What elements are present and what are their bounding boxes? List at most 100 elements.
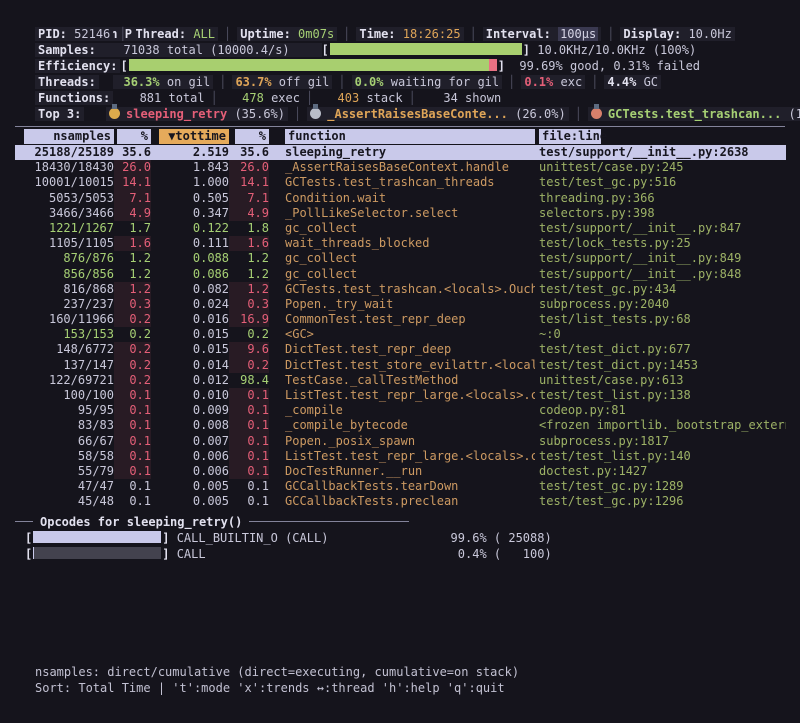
- function-name-cell: GCCallbackTests.preclean: [269, 494, 535, 509]
- direct-pct-cell: 0.2: [114, 358, 151, 373]
- column-header-tottime-sorted[interactable]: ▼tottime: [159, 129, 229, 144]
- waiting-gil-pct: 0.0%: [355, 75, 384, 89]
- bar-close-bracket: ]: [162, 531, 169, 545]
- table-row[interactable]: 856/856 1.2 0.086 1.2 gc_collect test/su…: [15, 267, 786, 282]
- off-gil-label: off gil: [279, 75, 330, 89]
- on-gil-pct: 36.3%: [116, 75, 159, 89]
- on-gil-label: on gil: [167, 75, 210, 89]
- function-table: nsamples % ▼tottime % function file:line…: [15, 129, 786, 510]
- table-row[interactable]: 10001/10015 14.1 1.000 14.1 GCTests.test…: [15, 175, 786, 190]
- divider: │: [113, 27, 132, 41]
- samples-value: 71038 total (10000.4/s): [99, 43, 322, 57]
- table-row[interactable]: 876/876 1.2 0.088 1.2 gc_collect test/su…: [15, 251, 786, 266]
- tottime-cell: 1.843: [151, 160, 229, 175]
- table-row[interactable]: 47/47 0.1 0.005 0.1 GCCallbackTests.tear…: [15, 479, 786, 494]
- table-row[interactable]: 18430/18430 26.0 1.843 26.0 _AssertRaise…: [15, 160, 786, 175]
- table-row[interactable]: 66/67 0.1 0.007 0.1 Popen._posix_spawn s…: [15, 434, 786, 449]
- functions-shown-label: shown: [465, 91, 501, 105]
- cumulative-pct-cell: 26.0: [229, 160, 269, 175]
- footer-legend: nsamples: direct/cumulative (direct=exec…: [35, 664, 519, 680]
- file-line-cell: doctest.py:1427: [535, 464, 786, 479]
- table-row[interactable]: 45/48 0.1 0.005 0.1 GCCallbackTests.prec…: [15, 494, 786, 509]
- function-name-cell: GCTests.test_trashcan_threads: [269, 175, 535, 190]
- functions-stack: 403: [319, 90, 359, 106]
- gc-pct: 4.4%: [607, 75, 636, 89]
- file-line-cell: test/test_list.py:138: [535, 388, 786, 403]
- function-name-cell: sleeping_retry: [269, 145, 535, 160]
- function-name-cell: gc_collect: [269, 221, 535, 236]
- nsamples-cell: 95/95: [15, 403, 114, 418]
- table-row[interactable]: 95/95 0.1 0.009 0.1 _compile codeop.py:8…: [15, 403, 786, 418]
- tottime-cell: 0.012: [151, 373, 229, 388]
- function-name-cell: ListTest.test_repr_large.<locals>.c...: [269, 449, 535, 464]
- interval-value: 100µs: [558, 27, 598, 41]
- silver-medal-icon: [310, 108, 321, 119]
- nsamples-cell: 18430/18430: [15, 160, 114, 175]
- thread-group[interactable]: Thread: ALL: [133, 27, 219, 41]
- file-line-cell: selectors.py:398: [535, 206, 786, 221]
- table-row[interactable]: 5053/5053 7.1 0.505 7.1 Condition.wait t…: [15, 191, 786, 206]
- table-row[interactable]: 237/237 0.3 0.024 0.3 Popen._try_wait su…: [15, 297, 786, 312]
- function-name-cell: GCTests.test_trashcan.<locals>.Ouch...: [269, 282, 535, 297]
- direct-pct-cell: 0.1: [114, 494, 151, 509]
- footer-keybindings: Sort: Total Time | 't':mode 'x':trends ↔…: [35, 680, 519, 696]
- nsamples-cell: 66/67: [15, 434, 114, 449]
- efficiency-bar-good-fill: [129, 59, 490, 71]
- column-header-nsamples[interactable]: nsamples: [24, 129, 114, 144]
- divider: │: [403, 91, 422, 105]
- opcode-pct: 0.4% ( 100): [432, 546, 552, 562]
- top2-pct: (26.0%): [515, 107, 566, 121]
- table-row[interactable]: 3466/3466 4.9 0.347 4.9 _PollLikeSelecto…: [15, 206, 786, 221]
- function-name-cell: Popen._try_wait: [269, 297, 535, 312]
- cumulative-pct-cell: 0.1: [229, 434, 269, 449]
- gc-label: GC: [644, 75, 658, 89]
- nsamples-cell: 237/237: [15, 297, 114, 312]
- column-header-cumulative-pct[interactable]: %: [235, 129, 269, 144]
- table-row[interactable]: 816/868 1.2 0.082 1.2 GCTests.test_trash…: [15, 282, 786, 297]
- pid-value: 52146: [74, 27, 110, 41]
- divider: │: [601, 27, 620, 41]
- file-line-cell: test/lock_tests.py:25: [535, 236, 786, 251]
- table-row[interactable]: 148/6772 0.2 0.015 9.6 DictTest.test_rep…: [15, 342, 786, 357]
- interval-label: Interval:: [486, 27, 551, 41]
- function-name-cell: DocTestRunner.__run: [269, 464, 535, 479]
- nsamples-cell: 160/11966: [15, 312, 114, 327]
- table-row[interactable]: 122/69721 0.2 0.012 98.4 TestCase._callT…: [15, 373, 786, 388]
- tottime-cell: 0.005: [151, 494, 229, 509]
- opcode-name: CALL_BUILTIN_O (CALL): [177, 530, 432, 546]
- interval-group: Interval: 100µs: [483, 27, 601, 41]
- column-header-fileline[interactable]: file:line: [539, 129, 601, 144]
- table-row[interactable]: 55/79 0.1 0.006 0.1 DocTestRunner.__run …: [15, 464, 786, 479]
- table-row[interactable]: 137/147 0.2 0.014 0.2 DictTest.test_stor…: [15, 358, 786, 373]
- tottime-cell: 2.519: [151, 145, 229, 160]
- nsamples-cell: 816/868: [15, 282, 114, 297]
- cumulative-pct-cell: 9.6: [229, 342, 269, 357]
- file-line-cell: ~:0: [535, 327, 786, 342]
- top1-pct: (35.6%): [234, 107, 285, 121]
- table-row[interactable]: 1105/1105 1.6 0.111 1.6 wait_threads_blo…: [15, 236, 786, 251]
- cumulative-pct-cell: 0.1: [229, 418, 269, 433]
- efficiency-text: 99.69% good, 0.31% failed: [505, 59, 700, 73]
- file-line-cell: test/support/__init__.py:847: [535, 221, 786, 236]
- tottime-cell: 0.347: [151, 206, 229, 221]
- top3-line: Top 3: sleeping_retry (35.6%)│_AssertRai…: [15, 106, 785, 122]
- nsamples-cell: 55/79: [15, 464, 114, 479]
- column-header-direct-pct[interactable]: %: [117, 129, 151, 144]
- status-bar: PID: 52146│Thread: ALL│Uptime: 0m07s│Tim…: [15, 26, 785, 42]
- column-header-function[interactable]: function: [285, 129, 535, 144]
- table-row[interactable]: ▶ 25188/25189 35.6 2.519 35.6 sleeping_r…: [15, 145, 786, 160]
- table-row[interactable]: 153/153 0.2 0.015 0.2 <GC> ~:0: [15, 327, 786, 342]
- table-row[interactable]: 1221/1267 1.7 0.122 1.8 gc_collect test/…: [15, 221, 786, 236]
- direct-pct-cell: 0.2: [114, 342, 151, 357]
- file-line-cell: unittest/case.py:613: [535, 373, 786, 388]
- table-row[interactable]: 160/11966 0.2 0.016 16.9 CommonTest.test…: [15, 312, 786, 327]
- file-line-cell: test/test_dict.py:677: [535, 342, 786, 357]
- table-row[interactable]: 100/100 0.1 0.010 0.1 ListTest.test_repr…: [15, 388, 786, 403]
- functions-total-label: total: [168, 91, 204, 105]
- table-row[interactable]: 58/58 0.1 0.006 0.1 ListTest.test_repr_l…: [15, 449, 786, 464]
- direct-pct-cell: 1.2: [114, 282, 151, 297]
- table-row[interactable]: 83/83 0.1 0.008 0.1 _compile_bytecode <f…: [15, 418, 786, 433]
- file-line-cell: subprocess.py:2040: [535, 297, 786, 312]
- tottime-cell: 0.006: [151, 464, 229, 479]
- tottime-cell: 0.086: [151, 267, 229, 282]
